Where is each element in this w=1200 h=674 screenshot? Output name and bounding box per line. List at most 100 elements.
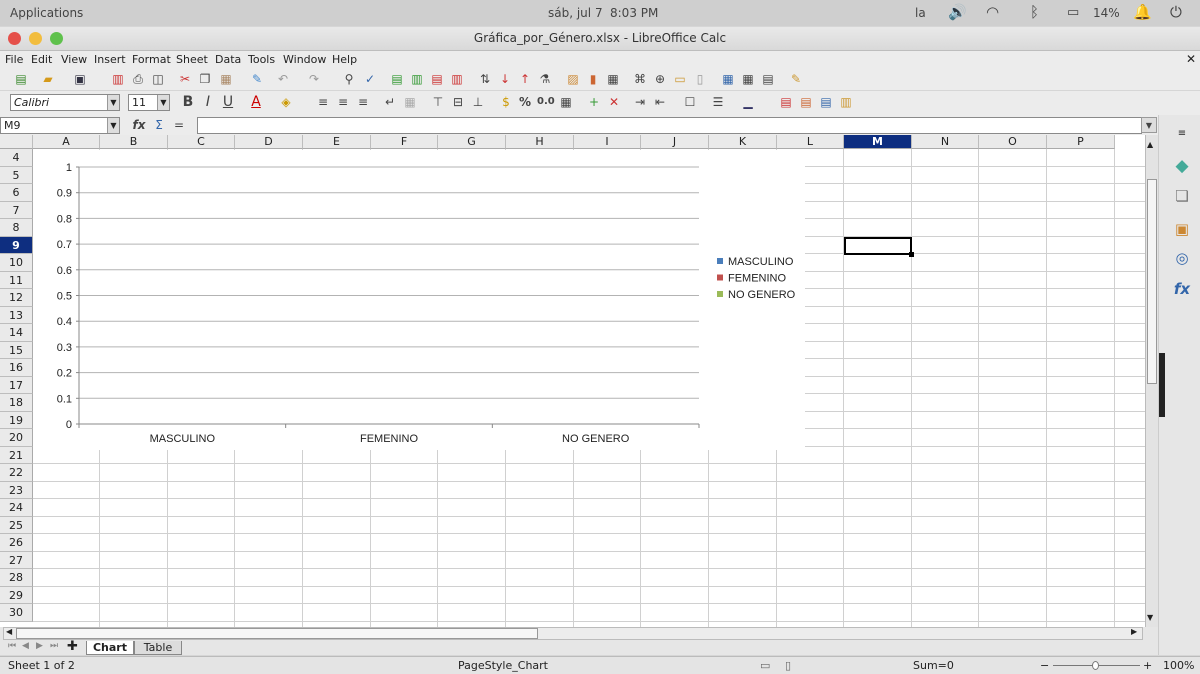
menu-format[interactable]: Format — [132, 53, 171, 66]
sort-descending-icon[interactable]: ↑ — [517, 71, 533, 87]
horizontal-scroll-thumb[interactable] — [16, 628, 538, 639]
sheet-tab-chart[interactable]: Chart — [86, 641, 134, 655]
chevron-down-icon[interactable]: ▼ — [157, 95, 169, 110]
row-header-10[interactable]: 10 — [0, 254, 33, 272]
row-header-22[interactable]: 22 — [0, 464, 33, 482]
row-header-24[interactable]: 24 — [0, 499, 33, 517]
column-header-A[interactable]: A — [33, 135, 100, 149]
wrap-text-icon[interactable]: ↵ — [382, 94, 398, 110]
row-header-30[interactable]: 30 — [0, 604, 33, 622]
delete-column-icon[interactable]: ▥ — [449, 71, 465, 87]
print-icon[interactable]: ⎙ — [130, 71, 146, 87]
merge-center-icon[interactable]: ▦ — [402, 94, 418, 110]
export-pdf-icon[interactable]: ▥ — [110, 71, 126, 87]
column-header-F[interactable]: F — [371, 135, 438, 149]
row-header-17[interactable]: 17 — [0, 376, 33, 394]
spreadsheet-grid[interactable]: ABCDEFGHIJKLMNOP 4 5 6 7 8 9 10 11 12 13 14 15 16 17 1… — [0, 135, 1145, 627]
bluetooth-icon[interactable]: ᛒ — [1030, 3, 1039, 21]
select-all-corner[interactable] — [0, 135, 33, 149]
row-header-4[interactable]: 4 — [0, 149, 33, 167]
row-header-29[interactable]: 29 — [0, 586, 33, 604]
row-header-12[interactable]: 12 — [0, 289, 33, 307]
applications-menu[interactable]: Applications — [10, 6, 83, 20]
row-icon[interactable]: ▤ — [389, 71, 405, 87]
print-preview-icon[interactable]: ◫ — [150, 71, 166, 87]
font-name-box[interactable]: Calibri ▼ — [10, 94, 120, 111]
column-header-D[interactable]: D — [235, 135, 303, 149]
merge-cells-icon[interactable]: ⇅ — [477, 71, 493, 87]
conditional-format-icon[interactable]: ▤ — [778, 94, 794, 110]
paste-icon[interactable]: ▦ — [218, 71, 234, 87]
menu-view[interactable]: View — [61, 53, 87, 66]
row-header-11[interactable]: 11 — [0, 271, 33, 289]
scroll-down-icon[interactable]: ▼ — [1147, 613, 1153, 622]
font-size-box[interactable]: 11 ▼ — [128, 94, 170, 111]
properties-icon[interactable]: ◆ — [1171, 155, 1193, 177]
cell-cursor-M9[interactable] — [844, 237, 914, 257]
volume-icon[interactable]: 🔊 — [948, 3, 967, 21]
vertical-scrollbar[interactable]: ▲ ▼ — [1145, 135, 1158, 627]
sum-icon[interactable]: Σ — [151, 117, 167, 133]
column-header-L[interactable]: L — [777, 135, 844, 149]
horizontal-scrollbar[interactable]: ◀ ▶ — [3, 627, 1143, 640]
border-style-icon[interactable]: ☰ — [710, 94, 726, 110]
show-draw-functions-icon[interactable]: ✎ — [788, 71, 804, 87]
bold-icon[interactable]: B — [180, 94, 196, 110]
row-header-20[interactable]: 20 — [0, 429, 33, 447]
undo-icon[interactable]: ↶ — [275, 71, 291, 87]
row-header-8[interactable]: 8 — [0, 219, 33, 237]
clone-formatting-icon[interactable]: ✎ — [249, 71, 265, 87]
zoom-level[interactable]: 100% — [1163, 659, 1194, 672]
time-label[interactable]: 8:03 PM — [610, 6, 658, 20]
open-folder-icon[interactable]: ▰ — [40, 71, 56, 87]
row-header-27[interactable]: 27 — [0, 551, 33, 569]
find-replace-icon[interactable]: ⚲ — [341, 71, 357, 87]
align-right-icon[interactable]: ≡ — [355, 94, 371, 110]
formula-input[interactable] — [197, 117, 1142, 134]
keyboard-layout-indicator[interactable]: la — [915, 6, 926, 20]
vertical-scroll-thumb[interactable] — [1147, 179, 1157, 384]
column-header-C[interactable]: C — [168, 135, 235, 149]
center-vertically-icon[interactable]: ⊟ — [450, 94, 466, 110]
currency-format-icon[interactable]: $ — [498, 94, 514, 110]
icon-set-icon[interactable]: ▥ — [838, 94, 854, 110]
column-header-O[interactable]: O — [979, 135, 1047, 149]
expand-formula-bar-icon[interactable]: ▼ — [1141, 117, 1157, 133]
formula-icon[interactable]: = — [171, 117, 187, 133]
column-header-J[interactable]: J — [641, 135, 709, 149]
zoom-out-icon[interactable]: − — [1040, 659, 1049, 672]
scroll-right-icon[interactable]: ▶ — [1131, 627, 1137, 636]
close-document-icon[interactable]: ✕ — [1186, 52, 1196, 66]
navigator-icon[interactable]: ◎ — [1171, 247, 1193, 269]
column-header-H[interactable]: H — [506, 135, 574, 149]
row-header-25[interactable]: 25 — [0, 516, 33, 534]
column-header-G[interactable]: G — [438, 135, 506, 149]
delete-row-icon[interactable]: ▤ — [429, 71, 445, 87]
sidebar-collapse-handle[interactable] — [1159, 353, 1165, 417]
autofilter-icon[interactable]: ⚗ — [537, 71, 553, 87]
function-wizard-icon[interactable]: fx — [131, 117, 147, 133]
border-color-icon[interactable]: ▁ — [740, 94, 756, 110]
next-sheet-icon[interactable]: ▶ — [36, 641, 43, 651]
special-character-icon[interactable]: ⌘ — [632, 71, 648, 87]
borders-icon[interactable]: ☐ — [682, 94, 698, 110]
row-header-6[interactable]: 6 — [0, 184, 33, 202]
insert-image-icon[interactable]: ▨ — [565, 71, 581, 87]
date-format-icon[interactable]: ▦ — [558, 94, 574, 110]
pivot-table-icon[interactable]: ▦ — [605, 71, 621, 87]
row-header-18[interactable]: 18 — [0, 394, 33, 412]
zoom-in-icon[interactable]: + — [1143, 659, 1152, 672]
chart-object[interactable]: 0 0.1 0.2 0.3 0.4 0.5 0.6 0.7 0.8 0.9 1 MASCULINO FE… — [33, 150, 805, 450]
number-format-icon[interactable]: 0.0 — [537, 94, 555, 110]
insert-chart-icon[interactable]: ▮ — [585, 71, 601, 87]
last-sheet-icon[interactable]: ⏭ — [50, 641, 58, 651]
column-header-M[interactable]: M — [844, 135, 912, 149]
wifi-icon[interactable]: ◠ — [986, 3, 999, 21]
cut-icon[interactable]: ✂ — [177, 71, 193, 87]
column-header-B[interactable]: B — [100, 135, 168, 149]
row-header-19[interactable]: 19 — [0, 411, 33, 429]
selection-mode-icon[interactable]: ▭ — [760, 659, 770, 672]
save-icon[interactable]: ▣ — [72, 71, 88, 87]
delete-decimal-place-icon[interactable]: ✕ — [606, 94, 622, 110]
functions-icon[interactable]: fx — [1171, 278, 1193, 300]
